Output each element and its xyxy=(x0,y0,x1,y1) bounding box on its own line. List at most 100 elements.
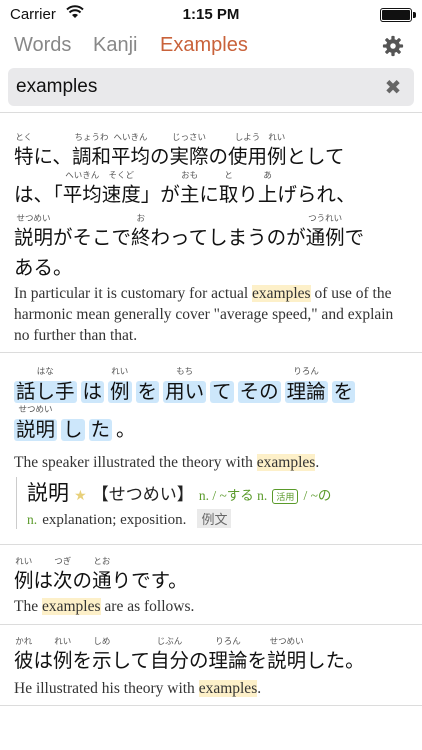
furigana: しめ xyxy=(93,637,111,647)
part-of-speech-extra: / ~の xyxy=(303,488,332,503)
part-of-speech: n. / ~する n. xyxy=(198,488,268,503)
word-token: しめ示 xyxy=(92,637,112,672)
word-token: れい例 xyxy=(267,133,287,168)
word-token: おも主 xyxy=(179,171,200,206)
word-token: れい例 xyxy=(53,637,73,672)
word-token: つうれい 通例 xyxy=(305,214,345,249)
clear-search-icon[interactable]: ✖ xyxy=(382,76,404,98)
furigana: へいきん xyxy=(113,133,148,143)
word-token: ちょうわ 調和 xyxy=(71,133,111,168)
word-token: せつめい 説明 xyxy=(267,637,307,672)
word-token: へいきん 平均 xyxy=(62,171,102,206)
dictionary-popup: 説明 ★ 【せつめい】 n. / ~する n. 活用 / ~の n. expla… xyxy=(16,477,406,529)
search-input[interactable] xyxy=(16,72,376,102)
furigana: あ xyxy=(263,171,272,181)
word-token[interactable]: もち 用い xyxy=(163,368,207,403)
english-translation: He illustrated his theory with examples. xyxy=(14,680,262,697)
dictionary-headword: 説明 xyxy=(27,481,69,505)
tab-kanji[interactable]: Kanji xyxy=(93,34,137,57)
english-translation: The speaker illustrated the theory with … xyxy=(14,454,320,471)
word-token[interactable]: し xyxy=(61,419,85,441)
example-sentences-button[interactable]: 例文 xyxy=(197,509,232,528)
furigana: れい xyxy=(54,637,72,647)
tab-examples[interactable]: Examples xyxy=(160,34,248,57)
word-token: とく特 xyxy=(14,133,34,168)
list-item[interactable]: れい 例は つぎ 次の とお 通りです。 The examples are as foll… xyxy=(0,544,422,624)
furigana: りろん xyxy=(293,367,319,377)
word-token: お終 xyxy=(131,214,151,249)
japanese-sentence-line: せつめい 説明がそこでお終わってしまうのが つうれい 通例で xyxy=(14,214,365,249)
furigana: せつめい xyxy=(269,637,304,647)
word-token: しよう 使用 xyxy=(228,133,268,168)
word-token[interactable]: せつめい 説明 xyxy=(14,406,58,441)
word-token: そくど 速度 xyxy=(101,171,141,206)
search-match: examples xyxy=(256,454,316,471)
furigana: せつめい xyxy=(16,214,51,224)
word-token: つぎ次 xyxy=(53,557,73,592)
star-icon[interactable]: ★ xyxy=(74,488,87,504)
search-match: examples xyxy=(41,598,101,615)
furigana: もち xyxy=(176,367,194,377)
word-token: じぶん 自分 xyxy=(150,637,190,672)
furigana: と xyxy=(224,171,233,181)
list-item[interactable]: かれ 彼は れい 例を しめ 示して じぶん 自分の りろん 理論を せつめい 説明した。 He il… xyxy=(0,624,422,706)
furigana: とく xyxy=(15,133,33,143)
word-token[interactable]: た xyxy=(88,419,113,441)
word-token[interactable]: て xyxy=(210,381,234,403)
battery-icon xyxy=(380,8,416,22)
english-translation: The examples are as follows. xyxy=(14,598,195,615)
furigana: せつめい xyxy=(18,405,53,415)
word-token: と取 xyxy=(218,171,239,206)
word-token: へいきん 平均 xyxy=(110,133,150,168)
word-token[interactable]: その xyxy=(237,381,281,403)
word-token: かれ彼 xyxy=(14,637,34,672)
furigana: れい xyxy=(111,367,129,377)
japanese-sentence: れい 例は つぎ 次の とお 通りです。 xyxy=(14,557,188,592)
search-bar: ✖ xyxy=(8,68,414,106)
dictionary-reading: 【せつめい】 xyxy=(91,485,194,505)
furigana: へいきん xyxy=(65,171,100,181)
japanese-sentence: かれ 彼は れい 例を しめ 示して じぶん 自分の りろん 理論を せつめい 説明した。 xyxy=(14,637,365,672)
dictionary-gloss: explanation; exposition. xyxy=(42,512,187,528)
furigana: れい xyxy=(268,133,286,143)
tab-bar: Words Kanji Examples xyxy=(0,30,422,62)
word-token[interactable]: りろん 理論 xyxy=(284,368,328,403)
furigana: しよう xyxy=(234,133,261,143)
word-token[interactable]: れい例 xyxy=(108,368,132,403)
japanese-sentence: はな 話し手はれい例をもち 用いてその りろん 理論を xyxy=(14,368,359,403)
furigana: つぎ xyxy=(54,557,72,567)
word-token[interactable]: を xyxy=(331,381,356,403)
list-item[interactable]: はな 話し手はれい例をもち 用いてその りろん 理論を せつめい 説明した。 The sp… xyxy=(0,352,422,544)
english-translation: In particular it is customary for actual… xyxy=(14,285,394,344)
list-item[interactable]: とく 特に、 ちょうわ 調和 へいきん 平均の じっさい 実際の しよう 使用 れい 例として は、「… xyxy=(0,112,422,352)
furigana: はな xyxy=(36,367,54,377)
search-match: examples xyxy=(252,285,311,302)
furigana: お xyxy=(136,214,146,224)
tab-words[interactable]: Words xyxy=(14,34,71,57)
furigana: かれ xyxy=(15,637,33,647)
word-token: じっさい 実際 xyxy=(169,133,209,168)
part-of-speech-noun: n. xyxy=(27,512,38,527)
word-token[interactable]: を xyxy=(135,381,160,403)
gear-icon[interactable] xyxy=(382,35,404,57)
japanese-sentence-line: は、「 へいきん 平均 そくど 速度」が おも 主にと取りあ上げられ、 xyxy=(14,171,356,206)
furigana: そくど xyxy=(108,171,135,181)
word-token: せつめい 説明 xyxy=(14,214,54,249)
word-token[interactable]: はな 話し手 xyxy=(14,368,77,403)
word-token[interactable]: は xyxy=(80,381,105,403)
clock: 1:15 PM xyxy=(182,6,240,23)
conjugation-tag[interactable]: 活用 xyxy=(272,489,299,504)
furigana: つうれい xyxy=(308,214,343,224)
furigana: ちょうわ xyxy=(74,133,109,143)
furigana: りろん xyxy=(215,637,241,647)
search-match: examples xyxy=(198,680,258,697)
word-token: れい例 xyxy=(14,557,34,592)
furigana: れい xyxy=(15,557,33,567)
furigana: おも xyxy=(181,171,199,181)
furigana: じっさい xyxy=(171,133,206,143)
japanese-sentence-line: せつめい 説明した。 xyxy=(14,405,136,441)
status-bar: Carrier 1:15 PM xyxy=(0,0,422,30)
furigana: じぶん xyxy=(156,637,183,647)
furigana: とお xyxy=(93,557,111,567)
word-token: りろん 理論 xyxy=(208,637,248,672)
